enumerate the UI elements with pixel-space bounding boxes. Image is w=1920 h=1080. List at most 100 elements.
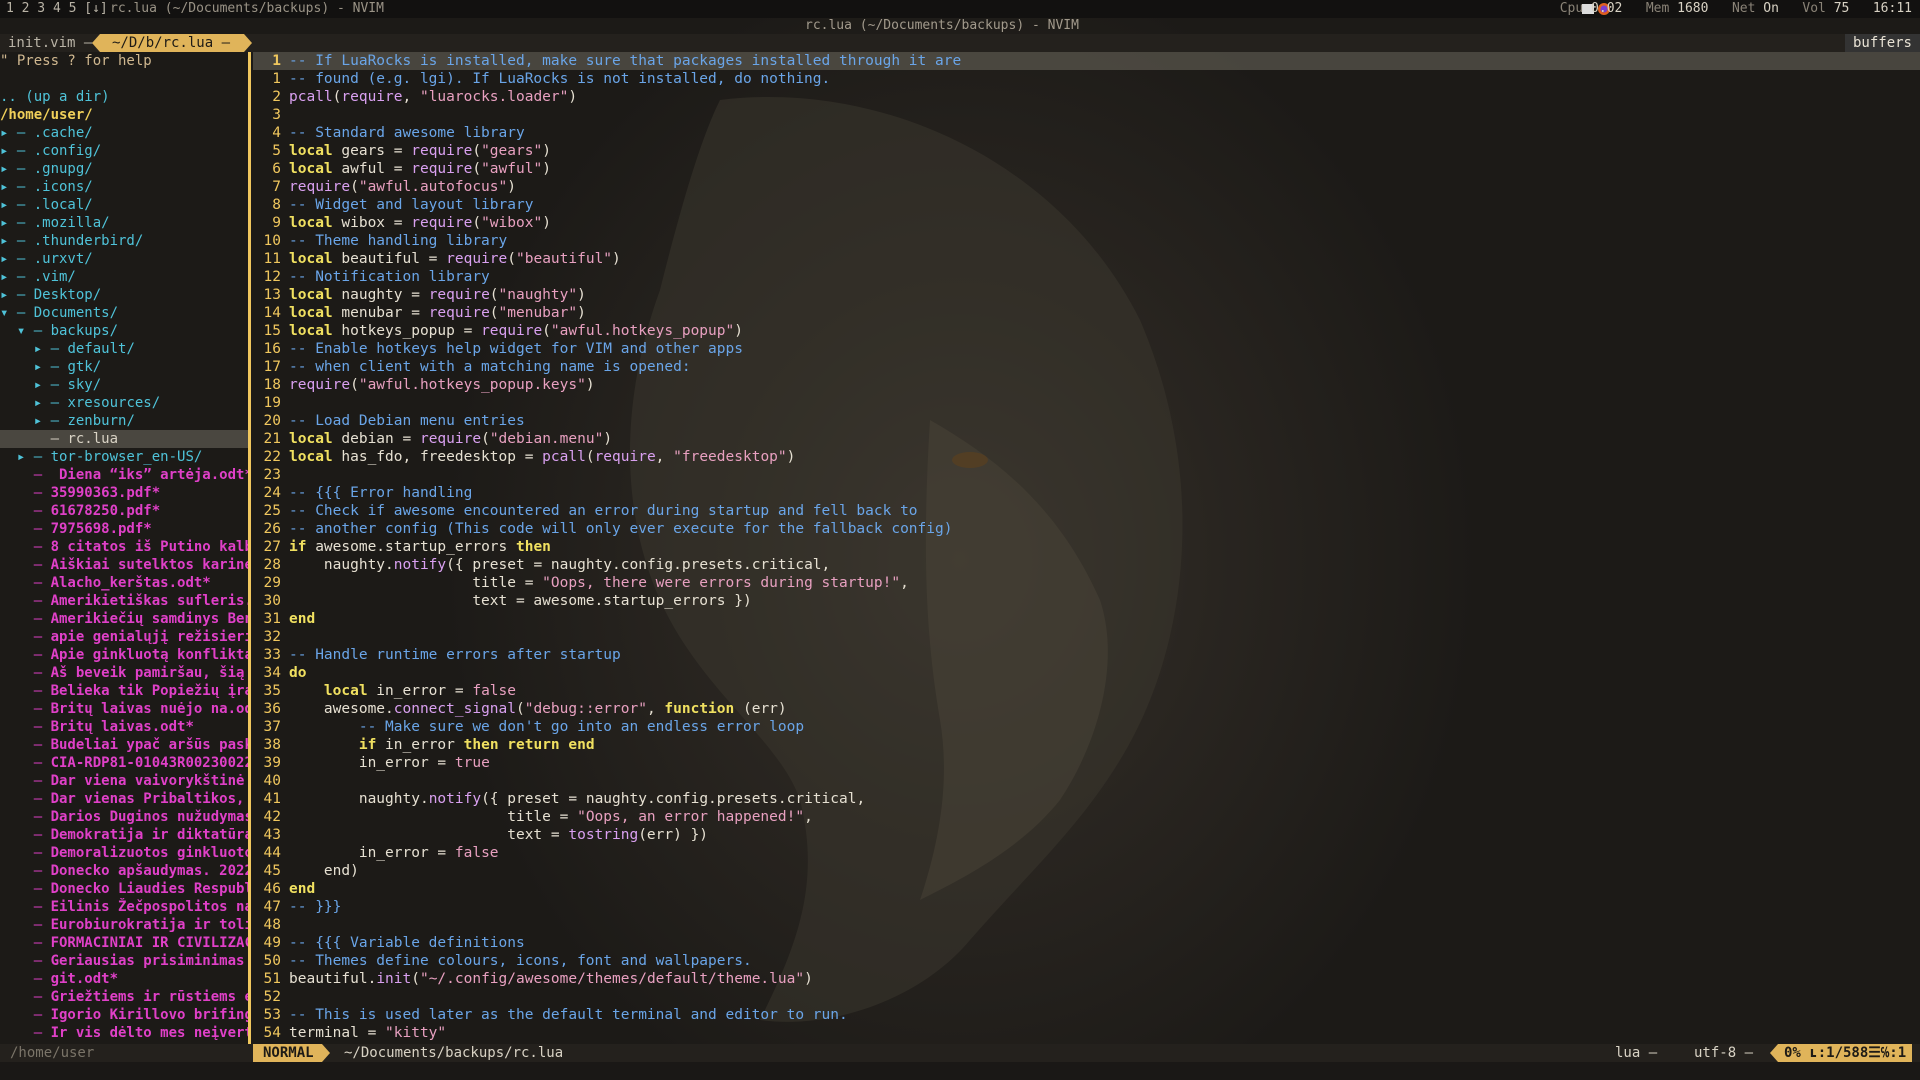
code-line[interactable]: 50 -- Themes define colours, icons, font …	[253, 952, 1920, 970]
tree-file-item[interactable]: – 35990363.pdf*	[0, 484, 248, 502]
code-line[interactable]: 16 -- Enable hotkeys help widget for VIM …	[253, 340, 1920, 358]
code-line[interactable]: 33 -- Handle runtime errors after startup	[253, 646, 1920, 664]
code-line[interactable]: 39 in_error = true	[253, 754, 1920, 772]
tree-file-item[interactable]: – Demokratija ir diktatūra	[0, 826, 248, 844]
tree-file-item[interactable]: – Alacho_kerštas.odt*	[0, 574, 248, 592]
code-line[interactable]: 43 text = tostring(err) })	[253, 826, 1920, 844]
tree-dir-item[interactable]: ▸ – .icons/	[0, 178, 248, 196]
tree-file-item[interactable]: – Igorio Kirillovo brifing	[0, 1006, 248, 1024]
tree-dir-item[interactable]: ▸ – .config/	[0, 142, 248, 160]
code-line[interactable]: 45 end)	[253, 862, 1920, 880]
tree-root[interactable]: /home/user/	[0, 106, 248, 124]
code-line[interactable]: 49 -- {{{ Variable definitions	[253, 934, 1920, 952]
tree-file-item[interactable]: – Amerikietiškas sufleris.	[0, 592, 248, 610]
vol-value[interactable]: 75	[1834, 1, 1850, 16]
tree-file-item[interactable]: – Eurobiurokratija ir toli	[0, 916, 248, 934]
code-editor[interactable]: 1 -- If LuaRocks is installed, make sure …	[253, 52, 1920, 1044]
code-line[interactable]: 44 in_error = false	[253, 844, 1920, 862]
code-line[interactable]: 51 beautiful.init("~/.config/awesome/them…	[253, 970, 1920, 988]
tree-file-item[interactable]: – Budeliai ypač aršūs pask	[0, 736, 248, 754]
code-line[interactable]: 24 -- {{{ Error handling	[253, 484, 1920, 502]
code-line[interactable]: 3	[253, 106, 1920, 124]
code-line[interactable]: 30 text = awesome.startup_errors })	[253, 592, 1920, 610]
tree-file-item[interactable]: – git.odt*	[0, 970, 248, 988]
tree-file-item[interactable]: – Diena “iks” artėja.odt*	[0, 466, 248, 484]
code-line[interactable]: 4 -- Standard awesome library	[253, 124, 1920, 142]
code-line[interactable]: 12 -- Notification library	[253, 268, 1920, 286]
code-line[interactable]: 19	[253, 394, 1920, 412]
code-line[interactable]: 15 local hotkeys_popup = require("awful.h…	[253, 322, 1920, 340]
tree-dir-item[interactable]: ▸ – .vim/	[0, 268, 248, 286]
tree-file-item[interactable]: – Belieka tik Popiežių įra	[0, 682, 248, 700]
code-line[interactable]: 23	[253, 466, 1920, 484]
code-line[interactable]: 20 -- Load Debian menu entries	[253, 412, 1920, 430]
tree-dir-item[interactable]: ▸ – tor-browser_en-US/	[0, 448, 248, 466]
tree-file-item[interactable]: – Darios Duginos nužudymas	[0, 808, 248, 826]
code-line[interactable]: 7 require("awful.autofocus")	[253, 178, 1920, 196]
code-line[interactable]: 53 -- This is used later as the default t…	[253, 1006, 1920, 1024]
tree-file-item[interactable]: – Dar vienas Pribaltikos,	[0, 790, 248, 808]
code-line[interactable]: 5 local gears = require("gears")	[253, 142, 1920, 160]
code-line[interactable]: 1 -- found (e.g. lgi). If LuaRocks is not…	[253, 70, 1920, 88]
tree-dir-item[interactable]: ▸ – gtk/	[0, 358, 248, 376]
tree-dir-item[interactable]: ▸ – .thunderbird/	[0, 232, 248, 250]
code-line[interactable]: 9 local wibox = require("wibox")	[253, 214, 1920, 232]
workspace-list[interactable]: 1 2 3 4 5 [↓]	[6, 0, 108, 18]
tree-file-item[interactable]: – rc.lua	[0, 430, 248, 448]
tree-file-item[interactable]: – Geriausias prisiminimas	[0, 952, 248, 970]
code-line[interactable]: 36 awesome.connect_signal("debug::error"…	[253, 700, 1920, 718]
code-line[interactable]: 52	[253, 988, 1920, 1006]
tab-init-vim[interactable]: init.vim –	[8, 34, 92, 52]
tree-dir-item[interactable]: ▸ – .mozilla/	[0, 214, 248, 232]
code-line[interactable]: 40	[253, 772, 1920, 790]
tree-dir-item[interactable]: ▸ – .gnupg/	[0, 160, 248, 178]
code-line[interactable]: 32	[253, 628, 1920, 646]
split-divider[interactable]	[248, 52, 251, 1059]
tree-dir-item[interactable]: ▸ – default/	[0, 340, 248, 358]
code-line[interactable]: 18 require("awful.hotkeys_popup.keys")	[253, 376, 1920, 394]
tree-file-item[interactable]: – apie genialųjį režisieri	[0, 628, 248, 646]
code-line[interactable]: 54 terminal = "kitty"	[253, 1024, 1920, 1042]
code-line[interactable]: 35 local in_error = false	[253, 682, 1920, 700]
code-line[interactable]: 21 local debian = require("debian.menu")	[253, 430, 1920, 448]
code-line[interactable]: 37 -- Make sure we don't go into an endl…	[253, 718, 1920, 736]
tree-file-item[interactable]: – 61678250.pdf*	[0, 502, 248, 520]
tree-file-item[interactable]: – Donecko Liaudies Respubl	[0, 880, 248, 898]
tree-dir-item[interactable]: ▸ – Desktop/	[0, 286, 248, 304]
tree-dir-item[interactable]: ▸ – xresources/	[0, 394, 248, 412]
code-line[interactable]: 47 -- }}}	[253, 898, 1920, 916]
code-line[interactable]: 48	[253, 916, 1920, 934]
code-line[interactable]: 29 title = "Oops, there were errors duri…	[253, 574, 1920, 592]
tree-dir-item[interactable]: ▸ – zenburn/	[0, 412, 248, 430]
code-line[interactable]: 46 end	[253, 880, 1920, 898]
code-line[interactable]: 25 -- Check if awesome encountered an err…	[253, 502, 1920, 520]
code-line[interactable]: 6 local awful = require("awful")	[253, 160, 1920, 178]
tree-file-item[interactable]: – Dar viena vaivorykštinė	[0, 772, 248, 790]
tree-up-dir[interactable]: .. (up a dir)	[0, 88, 248, 106]
code-line[interactable]: 8 -- Widget and layout library	[253, 196, 1920, 214]
tree-file-item[interactable]: – Eilinis Žečpospolitos na	[0, 898, 248, 916]
tree-dir-item[interactable]: ▸ – .cache/	[0, 124, 248, 142]
code-line[interactable]: 13 local naughty = require("naughty")	[253, 286, 1920, 304]
code-line[interactable]: 38 if in_error then return end	[253, 736, 1920, 754]
tree-file-item[interactable]: – Griežtiems ir rūstiems e	[0, 988, 248, 1006]
code-line[interactable]: 22 local has_fdo, freedesktop = pcall(req…	[253, 448, 1920, 466]
tree-file-item[interactable]: – FORMACINIAI IR CIVILIZAC	[0, 934, 248, 952]
tree-dir-item[interactable]: ▾ – backups/	[0, 322, 248, 340]
tree-file-item[interactable]: – Britų laivas nuėjo na.od	[0, 700, 248, 718]
code-line[interactable]: 41 naughty.notify({ preset = naughty.con…	[253, 790, 1920, 808]
tree-file-item[interactable]: – 8 citatos iš Putino kalb	[0, 538, 248, 556]
command-line[interactable]	[0, 1062, 1920, 1080]
code-line[interactable]: 31 end	[253, 610, 1920, 628]
tree-file-item[interactable]: – Demoralizuotos ginkluoto	[0, 844, 248, 862]
tree-file-item[interactable]: – Apie ginkluotą konfliktą	[0, 646, 248, 664]
code-line[interactable]: 42 title = "Oops, an error happened!",	[253, 808, 1920, 826]
tree-file-item[interactable]: – Aš beveik pamiršau, šią	[0, 664, 248, 682]
tree-file-item[interactable]: – Aiškiai sutelktos karinė	[0, 556, 248, 574]
tree-file-item[interactable]: – Amerikiečių samdinys Ben	[0, 610, 248, 628]
tree-file-item[interactable]: – CIA-RDP81-01043R00230022	[0, 754, 248, 772]
code-line[interactable]: 26 -- another config (This code will only…	[253, 520, 1920, 538]
tree-file-item[interactable]: – Donecko apšaudymas. 2022	[0, 862, 248, 880]
tree-dir-item[interactable]: ▸ – sky/	[0, 376, 248, 394]
code-line[interactable]: 1 -- If LuaRocks is installed, make sure …	[253, 52, 1920, 70]
